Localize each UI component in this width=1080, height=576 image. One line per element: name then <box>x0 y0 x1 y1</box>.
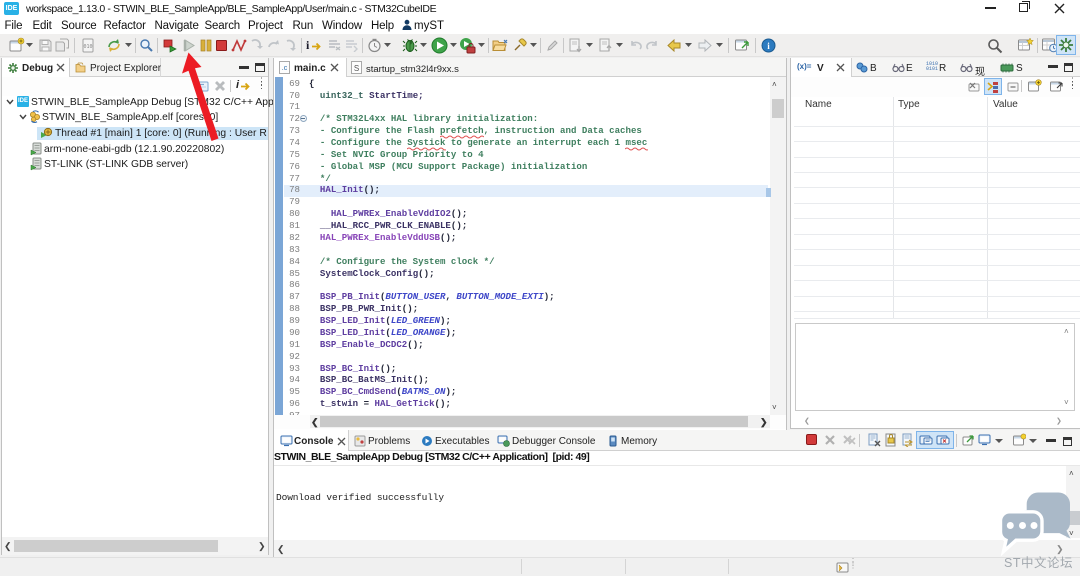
svg-text:010: 010 <box>83 44 92 50</box>
